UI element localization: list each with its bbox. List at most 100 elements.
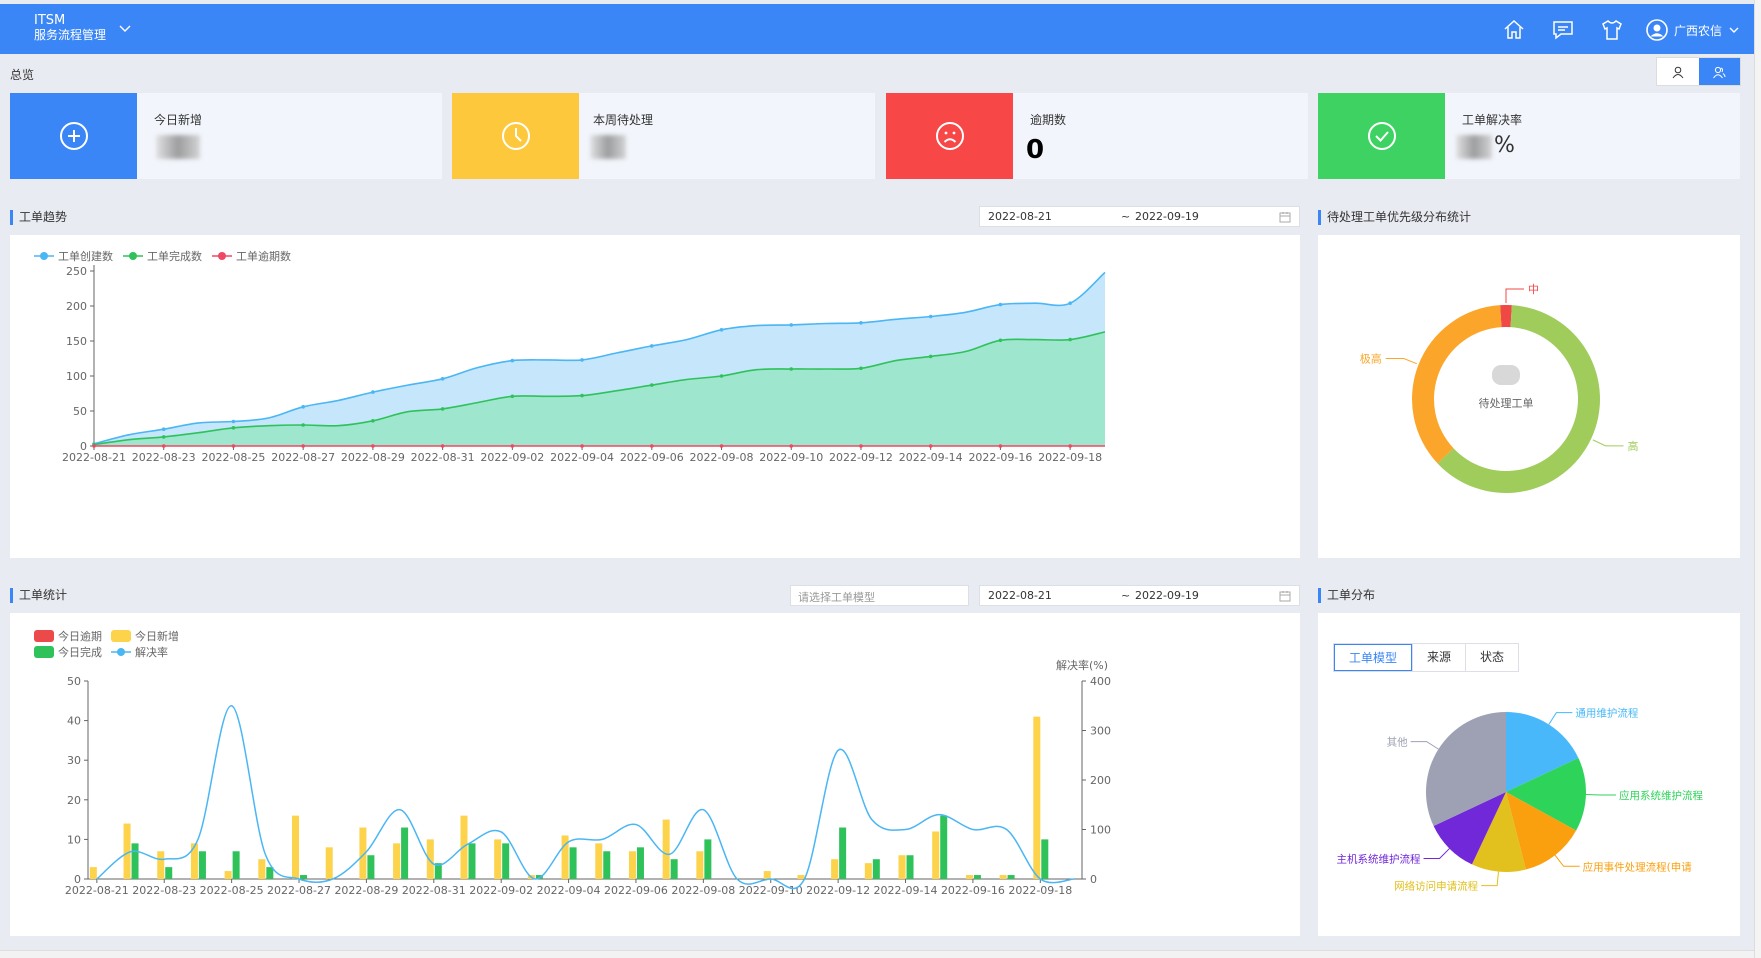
horizontal-scrollbar[interactable] <box>0 950 1754 958</box>
app-brand[interactable]: ITSM 服务流程管理 <box>34 13 106 43</box>
data-point <box>371 444 375 448</box>
data-point <box>510 444 515 448</box>
message-icon[interactable] <box>1551 18 1575 42</box>
tab-source[interactable]: 来源 <box>1412 644 1465 671</box>
data-point <box>231 419 236 424</box>
y2-tick-label: 300 <box>1090 725 1111 738</box>
stats-chart: 今日逾期 今日新增今日完成 解决率010203040500100200300400解… <box>34 629 1111 897</box>
bar <box>763 871 771 879</box>
bar <box>940 815 948 879</box>
date-start: 2022-08-21 <box>988 589 1052 602</box>
data-point <box>719 444 724 448</box>
x-tick-label: 2022-09-10 <box>739 884 803 897</box>
legend-label: 工单完成数 <box>147 249 202 263</box>
data-point <box>161 444 166 448</box>
stats-date-range[interactable]: 2022-08-21 ~ 2022-09-19 <box>979 585 1300 606</box>
y-tick-label: 10 <box>67 833 81 846</box>
stat-card-pending-week[interactable]: 本周待处理 <box>452 93 875 179</box>
stat-icon-box <box>452 93 579 179</box>
bar <box>89 867 97 879</box>
stat-card-resolution-rate[interactable]: 工单解决率 % <box>1318 93 1740 179</box>
date-end: 2022-09-19 <box>1135 589 1199 602</box>
bar <box>292 815 300 879</box>
legend-swatch <box>34 646 54 658</box>
priority-donut-chart: 中高 极高待处理工单 <box>1360 283 1639 493</box>
label-leader <box>1385 358 1417 365</box>
label-leader <box>1505 288 1524 303</box>
x-tick-label: 2022-09-16 <box>941 884 1005 897</box>
stat-label: 工单解决率 <box>1462 113 1523 127</box>
slice-label: 网络访问申请流程 <box>1394 880 1478 893</box>
x-tick-label: 2022-09-18 <box>1008 884 1072 897</box>
bar <box>872 859 880 879</box>
stat-card-new-today[interactable]: 今日新增 <box>10 93 442 179</box>
data-point <box>719 374 724 378</box>
bar <box>696 851 704 879</box>
plus-circle-icon <box>59 122 88 150</box>
bar <box>906 855 914 879</box>
bar <box>1033 716 1041 879</box>
data-point <box>859 444 863 448</box>
x-tick-label: 2022-09-10 <box>759 451 823 464</box>
data-point <box>649 344 654 348</box>
label-leader <box>1423 848 1450 859</box>
data-point <box>371 390 375 394</box>
legend-marker <box>218 252 226 260</box>
y-tick-label: 20 <box>67 794 81 807</box>
y2-axis-label: 解决率(%) <box>1056 658 1108 672</box>
shirt-icon[interactable] <box>1600 18 1624 42</box>
tab-model[interactable]: 工单模型 <box>1334 644 1413 671</box>
single-user-toggle[interactable] <box>1657 58 1699 85</box>
group-user-toggle[interactable] <box>1698 58 1740 85</box>
x-tick-label: 2022-08-27 <box>271 451 335 464</box>
slice-label: 高 <box>1628 439 1639 453</box>
bar <box>502 843 510 879</box>
view-toggle <box>1656 57 1741 86</box>
stat-icon-box <box>10 93 137 179</box>
redacted-value <box>590 135 626 159</box>
bar <box>1007 875 1015 879</box>
data-point <box>998 338 1003 343</box>
bar <box>165 867 173 879</box>
trend-date-range[interactable]: 2022-08-21 ~ 2022-09-19 <box>979 206 1300 227</box>
bar <box>393 843 401 879</box>
y-tick-label: 100 <box>66 370 87 383</box>
bar <box>965 875 973 879</box>
users-icon <box>1713 66 1726 78</box>
bar <box>973 875 981 879</box>
user-menu[interactable]: 广西农信 <box>1646 18 1740 42</box>
x-tick-label: 2022-09-04 <box>537 884 601 897</box>
y-tick-label: 200 <box>66 300 87 313</box>
data-point <box>580 393 584 398</box>
bar <box>232 851 240 879</box>
legend-marker <box>129 252 137 260</box>
x-tick-label: 2022-09-14 <box>899 451 963 464</box>
data-point <box>301 423 305 427</box>
priority-panel: 中高 极高 待处理工单 <box>1318 235 1740 558</box>
bar <box>864 863 872 879</box>
home-icon[interactable] <box>1502 18 1526 42</box>
chevron-down-icon[interactable] <box>118 22 132 36</box>
x-tick-label: 2022-09-08 <box>690 451 754 464</box>
tab-status[interactable]: 状态 <box>1465 644 1518 671</box>
data-point <box>510 394 515 399</box>
stat-icon-box <box>886 93 1013 179</box>
data-point <box>231 426 236 430</box>
date-end: 2022-09-19 <box>1135 210 1199 223</box>
bar <box>131 843 139 879</box>
slice-label: 中 <box>1528 283 1539 296</box>
donut-slice-3 <box>1412 305 1502 464</box>
data-point <box>789 444 794 448</box>
x-tick-label: 2022-09-08 <box>671 884 735 897</box>
x-tick-label: 2022-09-16 <box>968 451 1032 464</box>
bar <box>367 855 375 879</box>
distribution-title: 工单分布 <box>1318 588 1375 603</box>
y2-tick-label: 0 <box>1090 873 1097 886</box>
bar <box>224 871 232 879</box>
stat-card-overdue[interactable]: 逾期数 0 <box>886 93 1308 179</box>
data-point <box>440 444 445 448</box>
bar <box>426 839 434 879</box>
data-point <box>998 302 1003 307</box>
slice-label: 通用维护流程 <box>1575 707 1638 720</box>
model-select[interactable]: 请选择工单模型 <box>790 585 969 606</box>
